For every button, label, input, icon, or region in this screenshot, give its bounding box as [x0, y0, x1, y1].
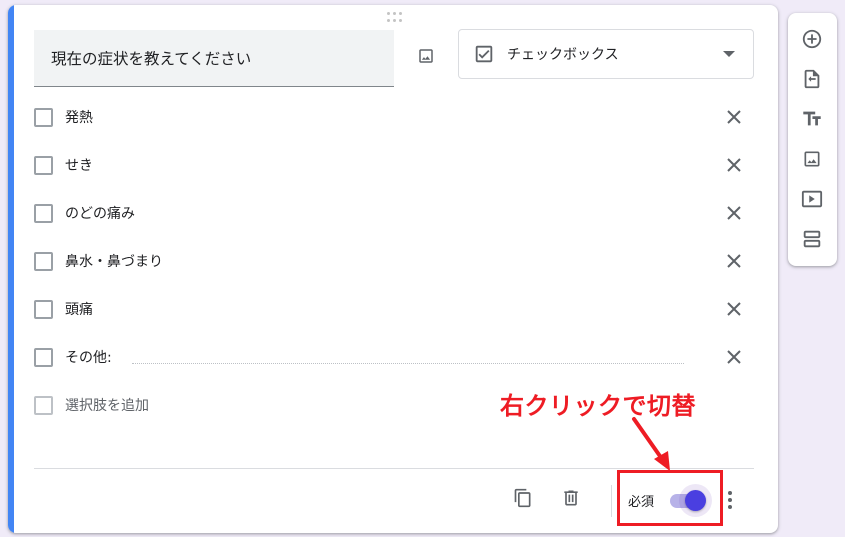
option-checkbox[interactable] [34, 107, 53, 127]
remove-option-close-icon[interactable] [724, 203, 744, 223]
option-label[interactable]: 発熱 [65, 107, 93, 127]
remove-option-close-icon[interactable] [724, 347, 744, 367]
caret-down-icon [723, 51, 735, 57]
option-checkbox[interactable] [34, 251, 53, 271]
remove-option-close-icon[interactable] [724, 299, 744, 319]
other-option-input-line [132, 363, 684, 364]
other-option-item: その他: [34, 343, 754, 371]
question-title-input[interactable]: 現在の症状を教えてください [34, 30, 394, 87]
add-image-image-icon[interactable] [800, 147, 824, 171]
option-checkbox[interactable] [34, 155, 53, 175]
annotation-highlight-box [617, 470, 723, 526]
option-item: 発熱 [34, 103, 754, 131]
import-questions-import-icon[interactable] [800, 67, 824, 91]
option-item: のどの痛み [34, 199, 754, 227]
duplicate-copy-icon[interactable] [511, 486, 535, 510]
option-item: 頭痛 [34, 295, 754, 323]
more-vert-icon[interactable] [722, 488, 738, 512]
remove-option-close-icon[interactable] [724, 251, 744, 271]
other-option-label: その他: [65, 350, 112, 366]
remove-option-close-icon[interactable] [724, 107, 744, 127]
option-label[interactable]: 頭痛 [65, 299, 93, 319]
option-item: せき [34, 151, 754, 179]
question-title-text: 現在の症状を教えてください [51, 50, 252, 68]
add-image-icon[interactable] [411, 41, 441, 71]
add-video-video-icon[interactable] [800, 187, 824, 211]
option-checkbox[interactable] [34, 347, 53, 367]
question-type-label: チェックボックス [507, 47, 619, 63]
remove-option-close-icon[interactable] [724, 155, 744, 175]
option-checkbox[interactable] [34, 203, 53, 223]
add-question-add-circle-icon[interactable] [800, 27, 824, 51]
option-label[interactable]: せき [65, 155, 93, 175]
option-checkbox [34, 395, 53, 415]
checkbox-checked-icon [475, 45, 493, 63]
card-accent-bar [8, 5, 14, 533]
form-editor: 現在の症状を教えてください チェックボックス 発熱 せき のどの痛み 鼻水・鼻づ… [0, 0, 845, 537]
footer-separator [611, 485, 612, 517]
drag-handle-icon[interactable] [384, 12, 404, 24]
annotation-arrow-icon [632, 417, 670, 471]
add-title-title-icon[interactable] [800, 107, 824, 131]
option-label[interactable]: 鼻水・鼻づまり [65, 251, 163, 271]
question-type-dropdown[interactable]: チェックボックス [458, 29, 754, 79]
add-section-section-icon[interactable] [800, 227, 824, 251]
add-option-label[interactable]: 選択肢を追加 [65, 395, 149, 415]
option-item: 鼻水・鼻づまり [34, 247, 754, 275]
delete-trash-icon[interactable] [559, 486, 583, 510]
question-toolbar [788, 13, 837, 266]
option-label[interactable]: のどの痛み [65, 203, 135, 223]
option-checkbox[interactable] [34, 299, 53, 319]
